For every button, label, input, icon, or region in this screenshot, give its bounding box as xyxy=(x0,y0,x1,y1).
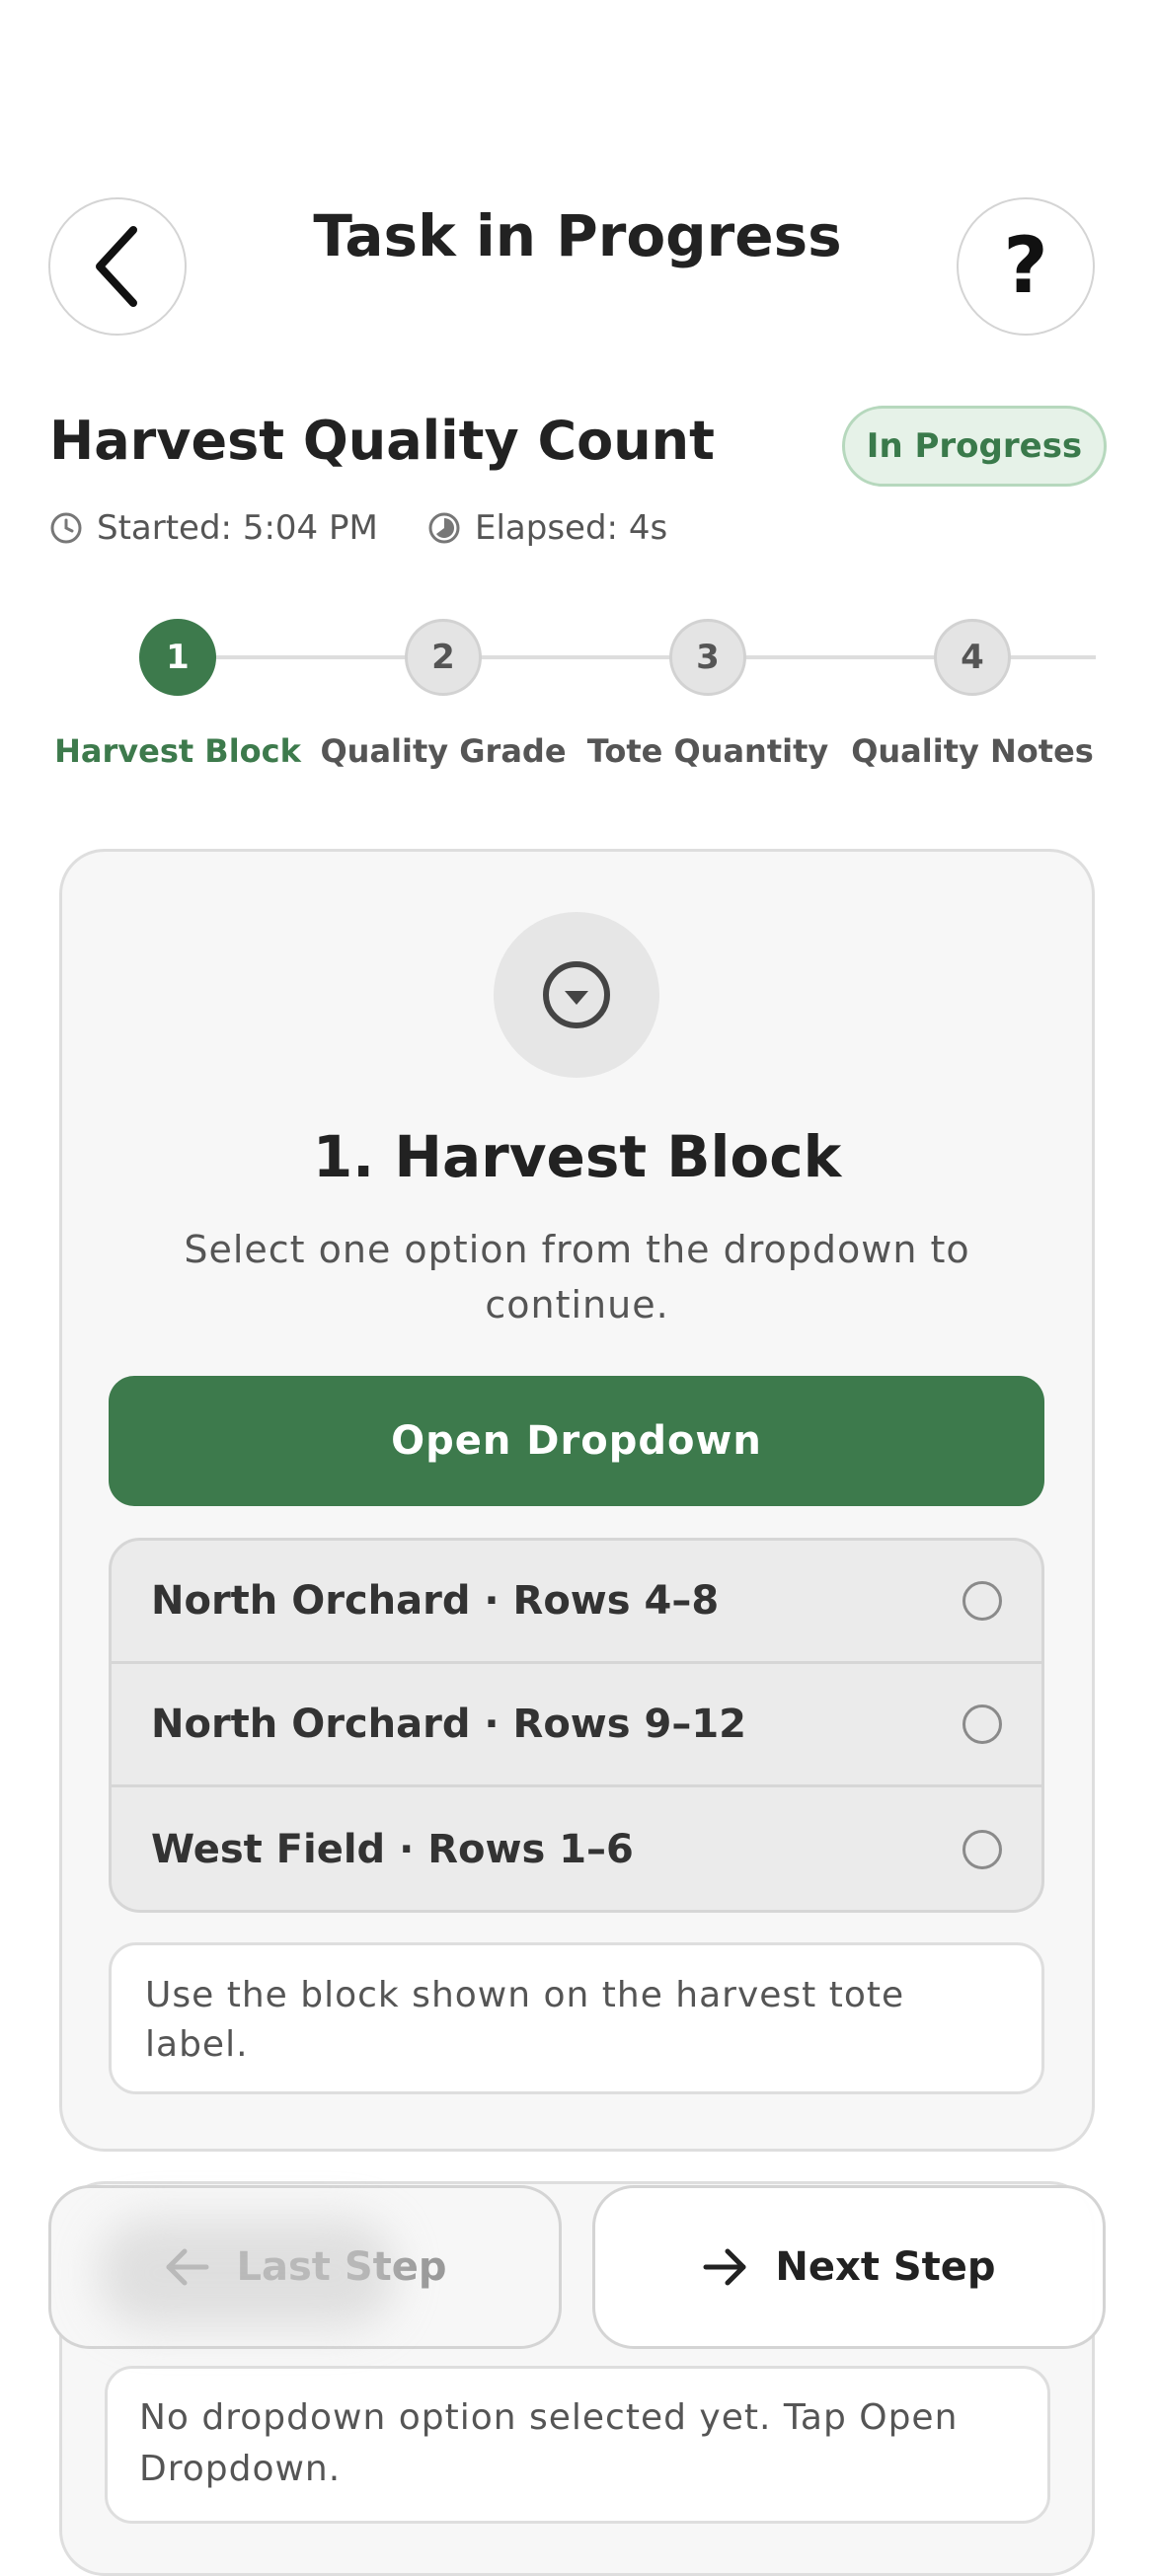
dropdown-icon-bubble xyxy=(494,912,659,1078)
help-icon: ? xyxy=(1003,222,1048,311)
hint-box: Use the block shown on the harvest tote … xyxy=(109,1942,1044,2094)
radio-unchecked-icon[interactable] xyxy=(962,1581,1002,1621)
elapsed-label: Elapsed: 4s xyxy=(475,508,668,548)
radio-unchecked-icon[interactable] xyxy=(962,1829,1002,1869)
page-title: Task in Progress xyxy=(313,202,842,269)
step-connector xyxy=(478,655,671,659)
step-1-indicator: 1 xyxy=(139,619,216,696)
back-button[interactable] xyxy=(48,197,187,336)
status-badge: In Progress xyxy=(842,406,1107,487)
started-time: Started: 5:04 PM xyxy=(49,508,378,548)
blur-overlay xyxy=(99,2219,395,2327)
next-step-label: Next Step xyxy=(775,2244,996,2290)
selection-status-message: No dropdown option selected yet. Tap Ope… xyxy=(105,2366,1050,2524)
step-3-label: Tote Quantity xyxy=(586,732,829,770)
chevron-left-icon xyxy=(96,226,137,307)
open-dropdown-button[interactable]: Open Dropdown xyxy=(109,1376,1044,1506)
step-3-indicator: 3 xyxy=(669,619,746,696)
step-instructions: Select one option from the dropdown to c… xyxy=(184,1228,970,1326)
dropdown-option[interactable]: North Orchard · Rows 9–12 xyxy=(112,1664,1041,1787)
task-title: Harvest Quality Count xyxy=(49,410,715,472)
step-connector xyxy=(1006,655,1096,659)
step-connector xyxy=(742,655,936,659)
option-label: West Field · Rows 1–6 xyxy=(151,1826,634,1872)
step-4-indicator: 4 xyxy=(934,619,1011,696)
option-label: North Orchard · Rows 4–8 xyxy=(151,1578,720,1624)
dropdown-option[interactable]: West Field · Rows 1–6 xyxy=(112,1787,1041,1910)
started-label: Started: 5:04 PM xyxy=(97,508,378,548)
step-4-label: Quality Notes xyxy=(851,732,1094,770)
radio-unchecked-icon[interactable] xyxy=(962,1705,1002,1744)
step-connector xyxy=(215,655,407,659)
dropdown-circle-icon xyxy=(543,961,610,1028)
elapsed-time: Elapsed: 4s xyxy=(427,508,667,548)
dropdown-options-list: North Orchard · Rows 4–8 North Orchard ·… xyxy=(109,1538,1044,1913)
help-button[interactable]: ? xyxy=(957,197,1095,336)
next-step-button[interactable]: Next Step xyxy=(592,2185,1106,2349)
arrow-right-icon xyxy=(703,2248,746,2286)
clock-icon xyxy=(50,512,82,544)
step-2-label: Quality Grade xyxy=(320,732,567,770)
option-label: North Orchard · Rows 9–12 xyxy=(151,1702,746,1747)
step-1-label: Harvest Block xyxy=(54,732,301,770)
timer-icon xyxy=(428,512,460,544)
step-2-indicator: 2 xyxy=(405,619,482,696)
step-title: 1. Harvest Block xyxy=(312,1123,842,1190)
dropdown-option[interactable]: North Orchard · Rows 4–8 xyxy=(112,1541,1041,1664)
